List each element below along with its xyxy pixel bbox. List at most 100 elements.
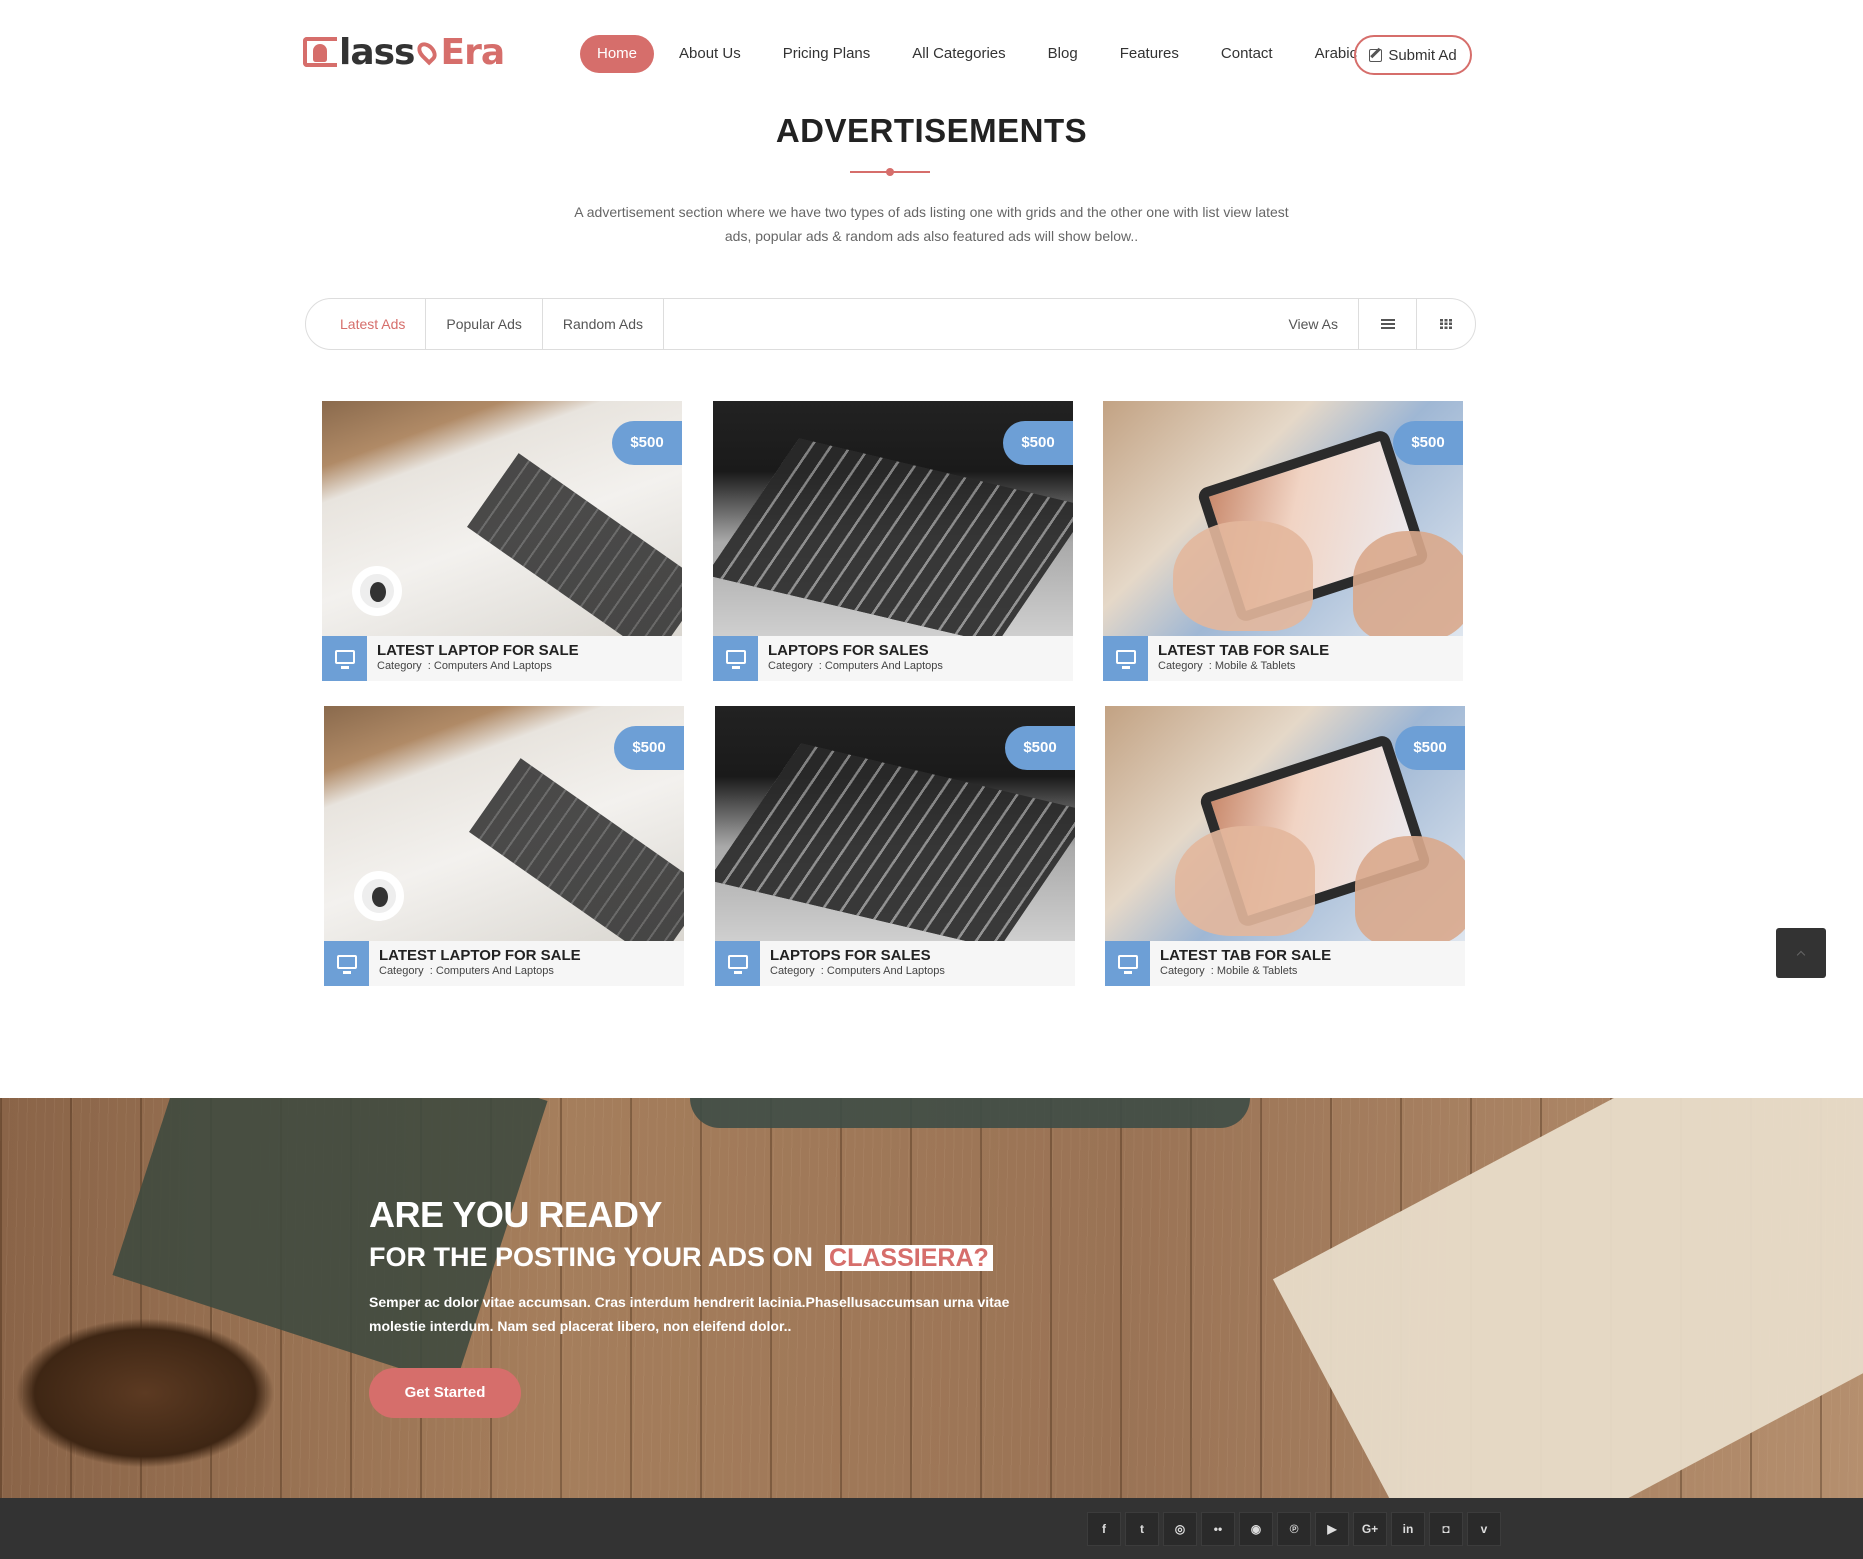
ad-card[interactable]: $500 LATEST LAPTOP FOR SALE Category : Com… xyxy=(322,401,682,681)
banner-tray-image xyxy=(690,1098,1250,1128)
ad-category: Category : Mobile & Tablets xyxy=(1158,660,1295,672)
ad-image[interactable]: $500 xyxy=(1105,706,1465,941)
ad-info: LATEST LAPTOP FOR SALE Category : Compute… xyxy=(322,636,682,681)
monitor-icon xyxy=(1117,955,1138,974)
ad-title[interactable]: LATEST LAPTOP FOR SALE xyxy=(379,947,581,964)
vimeo-icon[interactable]: v xyxy=(1467,1512,1501,1546)
ad-image[interactable]: $500 xyxy=(713,401,1073,636)
logo-text-accent: Era xyxy=(440,31,506,73)
submit-ad-label: Submit Ad xyxy=(1388,46,1457,64)
ad-category-label: Category xyxy=(377,660,422,672)
ad-info: LATEST TAB FOR SALE Category : Mobile & T… xyxy=(1105,941,1465,986)
ad-card[interactable]: $500 LAPTOPS FOR SALES Category : Computer… xyxy=(713,401,1073,681)
twitter-icon[interactable]: t xyxy=(1125,1512,1159,1546)
submit-ad-button[interactable]: Submit Ad xyxy=(1354,35,1472,75)
ads-tab-bar: Latest Ads Popular Ads Random Ads View A… xyxy=(305,298,1476,350)
ad-category-value[interactable]: Computers And Laptops xyxy=(827,965,945,977)
instagram-icon[interactable]: ◘ xyxy=(1429,1512,1463,1546)
list-icon xyxy=(1380,319,1395,329)
cta-text: Semper ac dolor vitae accumsan. Cras int… xyxy=(369,1294,1010,1334)
ad-title[interactable]: LAPTOPS FOR SALES xyxy=(770,947,931,964)
footer: f t ◎ •• ◉ ℗ ▶ G+ in ◘ v xyxy=(0,1498,1863,1559)
ad-category-value[interactable]: Computers And Laptops xyxy=(436,965,554,977)
ad-category-label: Category xyxy=(1158,660,1203,672)
ad-category-value[interactable]: Computers And Laptops xyxy=(825,660,943,672)
tab-popular-ads[interactable]: Popular Ads xyxy=(426,299,543,349)
tab-latest-ads[interactable]: Latest Ads xyxy=(306,299,427,349)
ad-category-label: Category xyxy=(1160,965,1205,977)
ad-card[interactable]: $500 LATEST LAPTOP FOR SALE Category : Com… xyxy=(324,706,684,986)
nav-about-us[interactable]: About Us xyxy=(662,35,758,73)
view-as-label: View As xyxy=(1268,299,1359,349)
category-badge xyxy=(1103,636,1148,681)
ad-category: Category : Computers And Laptops xyxy=(770,965,945,977)
github-icon[interactable]: ◉ xyxy=(1239,1512,1273,1546)
nav-contact[interactable]: Contact xyxy=(1204,35,1290,73)
nav-home[interactable]: Home xyxy=(580,35,655,73)
get-started-button[interactable]: Get Started xyxy=(369,1368,521,1418)
ad-image[interactable]: $500 xyxy=(322,401,682,636)
ad-title[interactable]: LATEST TAB FOR SALE xyxy=(1160,947,1331,964)
logo-text-main: lass xyxy=(339,31,415,73)
nav-features[interactable]: Features xyxy=(1103,35,1196,73)
nav-pricing-plans[interactable]: Pricing Plans xyxy=(766,35,888,73)
ad-card[interactable]: $500 LAPTOPS FOR SALES Category : Computer… xyxy=(715,706,1075,986)
banner-paper-image xyxy=(1272,1098,1863,1498)
section-description: A advertisement section where we have tw… xyxy=(574,204,1289,244)
ad-title[interactable]: LATEST TAB FOR SALE xyxy=(1158,642,1329,659)
ad-category-value[interactable]: Mobile & Tablets xyxy=(1215,660,1296,672)
pinterest-icon[interactable]: ℗ xyxy=(1277,1512,1311,1546)
flickr-icon[interactable]: •• xyxy=(1201,1512,1235,1546)
cta-subheading: FOR THE POSTING YOUR ADS ON CLASSIERA? xyxy=(369,1242,993,1273)
location-pin-icon xyxy=(413,38,440,66)
monitor-icon xyxy=(727,955,748,974)
list-view-button[interactable] xyxy=(1359,299,1417,349)
ad-category: Category : Mobile & Tablets xyxy=(1160,965,1297,977)
site-logo[interactable]: lass Era xyxy=(303,30,506,74)
ad-image[interactable]: $500 xyxy=(715,706,1075,941)
linkedin-icon[interactable]: in xyxy=(1391,1512,1425,1546)
category-badge xyxy=(322,636,367,681)
tab-random-ads[interactable]: Random Ads xyxy=(543,299,665,349)
edit-icon xyxy=(1369,48,1383,62)
ad-card[interactable]: $500 LATEST TAB FOR SALE Category : Mobile… xyxy=(1103,401,1463,681)
grid-view-button[interactable] xyxy=(1417,299,1475,349)
main-nav: Home About Us Pricing Plans All Categori… xyxy=(580,35,1382,73)
youtube-icon[interactable]: ▶ xyxy=(1315,1512,1349,1546)
price-badge: $500 xyxy=(1393,421,1463,465)
category-badge xyxy=(713,636,758,681)
cta-subheading-text: FOR THE POSTING YOUR ADS ON xyxy=(369,1242,814,1272)
ad-category-label: Category xyxy=(379,965,424,977)
dribbble-icon[interactable]: ◎ xyxy=(1163,1512,1197,1546)
nav-blog[interactable]: Blog xyxy=(1031,35,1095,73)
price-badge: $500 xyxy=(1005,726,1075,770)
ad-category-label: Category xyxy=(770,965,815,977)
monitor-icon xyxy=(334,650,355,669)
ad-title[interactable]: LATEST LAPTOP FOR SALE xyxy=(377,642,579,659)
ad-info: LAPTOPS FOR SALES Category : Computers An… xyxy=(715,941,1075,986)
google-plus-icon[interactable]: G+ xyxy=(1353,1512,1387,1546)
ad-image[interactable]: $500 xyxy=(1103,401,1463,636)
social-links: f t ◎ •• ◉ ℗ ▶ G+ in ◘ v xyxy=(1087,1512,1501,1546)
category-badge xyxy=(715,941,760,986)
grid-icon xyxy=(1440,319,1452,329)
scroll-to-top-button[interactable] xyxy=(1776,928,1826,978)
ad-category-sep: : xyxy=(421,660,434,672)
cta-banner: ARE YOU READY FOR THE POSTING YOUR ADS O… xyxy=(0,1098,1863,1498)
price-badge: $500 xyxy=(1395,726,1465,770)
ad-category-sep: : xyxy=(812,660,825,672)
logo-mark-icon xyxy=(303,37,337,67)
ad-category-value[interactable]: Computers And Laptops xyxy=(434,660,552,672)
ad-info: LAPTOPS FOR SALES Category : Computers An… xyxy=(713,636,1073,681)
price-badge: $500 xyxy=(614,726,684,770)
ad-title[interactable]: LAPTOPS FOR SALES xyxy=(768,642,929,659)
ad-image[interactable]: $500 xyxy=(324,706,684,941)
ad-category: Category : Computers And Laptops xyxy=(768,660,943,672)
ad-category-value[interactable]: Mobile & Tablets xyxy=(1217,965,1298,977)
facebook-icon[interactable]: f xyxy=(1087,1512,1121,1546)
category-badge xyxy=(324,941,369,986)
ad-category-sep: : xyxy=(1204,965,1217,977)
nav-all-categories[interactable]: All Categories xyxy=(895,35,1022,73)
ad-card[interactable]: $500 LATEST TAB FOR SALE Category : Mobile… xyxy=(1105,706,1465,986)
ad-info: LATEST LAPTOP FOR SALE Category : Compute… xyxy=(324,941,684,986)
